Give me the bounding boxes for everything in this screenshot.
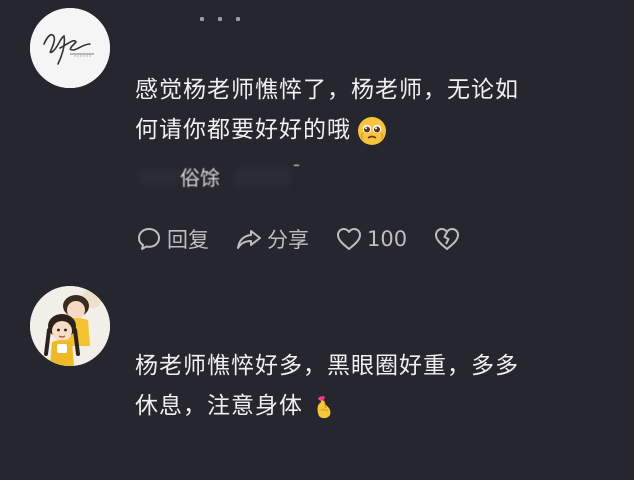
comment-text-line: 感觉杨老师憔悴了，杨老师，无论如 [135,77,519,103]
like-count: 100 [367,227,408,251]
chat-bubble-icon [138,228,160,250]
comment-text: 感觉杨老师憔悴了，杨老师，无论如 何请你都要好好的哦 [135,70,519,150]
reply-button[interactable]: 回复 [135,224,209,254]
cartoon-girl-icon [30,286,110,366]
avatar[interactable] [30,8,110,88]
like-button[interactable]: 100 [335,225,407,253]
share-button[interactable]: 分享 [235,224,309,254]
share-arrow-icon [237,230,261,249]
comment-text-line: 杨老师憔悴好多，黑眼圈好重，多多 [135,353,519,379]
finger-heart-icon [309,392,339,422]
comment-text: 杨老师憔悴好多，黑眼圈好重，多多 休息，注意身体 [135,346,519,426]
username-obscured [200,14,240,24]
broken-heart-icon [435,228,460,250]
dislike-button[interactable] [433,225,461,253]
signature-icon [30,8,110,88]
share-label: 分享 [267,228,309,252]
avatar[interactable] [30,286,110,366]
comment-actions: 回复 分享 100 [135,222,461,256]
quoted-text-obscured: 俗馀 ˉ [140,162,315,190]
heart-icon [337,228,361,250]
reply-label: 回复 [167,228,209,252]
pleading-face-icon [357,116,387,146]
comment-text-line: 何请你都要好好的哦 [135,110,519,150]
comment-text-line: 休息，注意身体 [135,386,519,426]
